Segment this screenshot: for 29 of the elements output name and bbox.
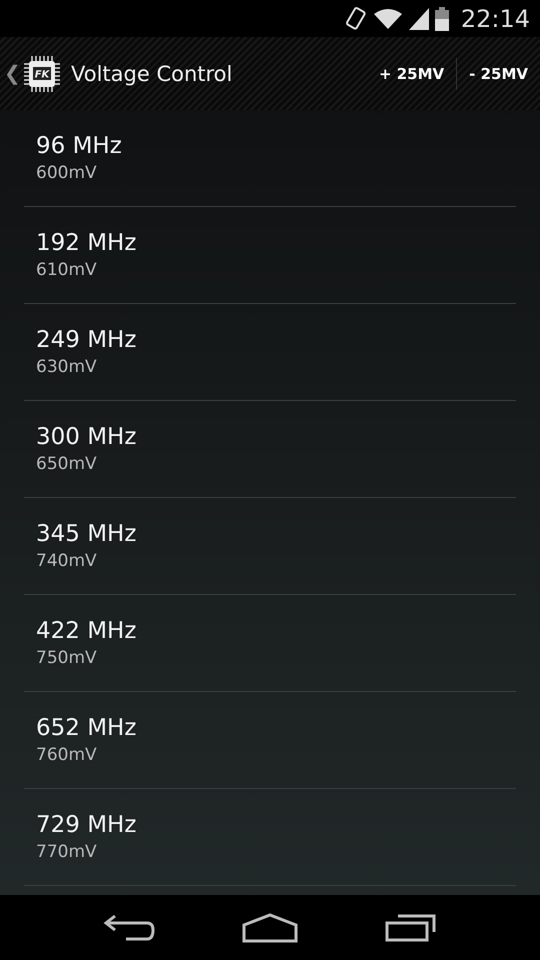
recent-apps-icon[interactable] <box>384 912 437 942</box>
frequency-label: 249 MHz <box>36 327 138 353</box>
frequency-label: 422 MHz <box>36 618 138 644</box>
voltage-value: 750mV <box>36 648 98 668</box>
logo-text: FK <box>34 69 50 80</box>
rotation-icon <box>344 6 367 32</box>
voltage-value: 770mV <box>36 842 98 862</box>
voltage-value: 760mV <box>36 745 98 765</box>
screen-title: Voltage Control <box>71 62 234 86</box>
voltage-value: 740mV <box>36 551 98 571</box>
voltage-value: 650mV <box>36 454 98 474</box>
wifi-icon <box>372 8 403 30</box>
voltage-value: 610mV <box>36 260 98 280</box>
voltage-value: 630mV <box>36 357 98 377</box>
frequency-label: 300 MHz <box>36 424 138 450</box>
frequency-label: 729 MHz <box>36 812 138 838</box>
voltage-step-button[interactable]: - 25MV <box>457 37 540 110</box>
frequency-label: 345 MHz <box>36 521 138 547</box>
voltage-step-button[interactable]: + 25MV <box>366 37 456 110</box>
clock-time: 22:14 <box>460 4 530 32</box>
voltage-value: 600mV <box>36 163 98 183</box>
battery-icon <box>434 6 449 30</box>
frequency-label: 652 MHz <box>36 715 138 741</box>
signal-icon <box>408 8 429 30</box>
frequency-label: 192 MHz <box>36 230 138 256</box>
up-button[interactable]: ❮ FK <box>0 54 61 92</box>
frequency-label: 96 MHz <box>36 133 123 159</box>
home-icon[interactable] <box>242 912 298 942</box>
back-icon[interactable] <box>103 912 156 942</box>
